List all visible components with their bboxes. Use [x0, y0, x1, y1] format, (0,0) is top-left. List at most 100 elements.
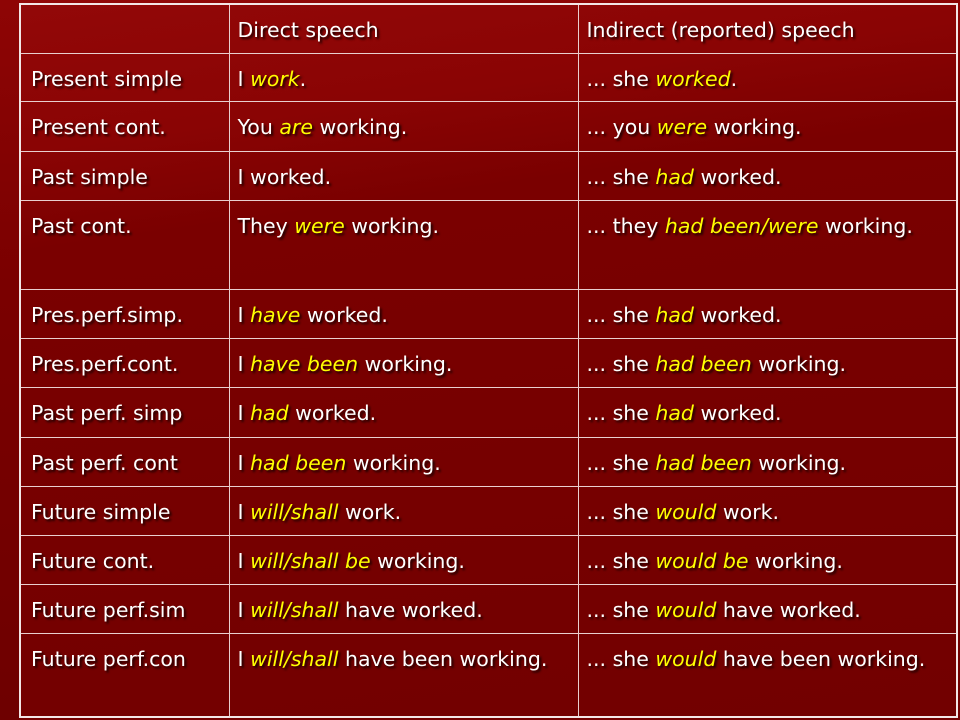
indirect-speech-cell: ... she had worked.: [577, 150, 958, 201]
table-row: Present cont. You are working. ... you wer…: [19, 100, 958, 152]
table-row: Pres.perf.cont. I have been working.... s…: [19, 337, 958, 388]
plain-text: worked.: [693, 400, 782, 425]
highlighted-verb: have: [250, 302, 301, 327]
plain-text: I: [237, 351, 251, 376]
highlighted-verb: would: [655, 597, 717, 622]
tense-cell: Future perf.sim: [19, 583, 230, 634]
plain-text: ... she: [586, 400, 656, 425]
direct-speech-cell: I will/shall have been working.: [228, 632, 579, 718]
indirect-speech-cell: ... she would work.: [577, 485, 958, 536]
direct-speech-cell: They were working.: [228, 199, 579, 290]
highlighted-verb: had been: [655, 450, 752, 475]
highlighted-verb: were: [294, 213, 345, 238]
highlighted-verb: will/shall: [250, 597, 339, 622]
tense-cell: Future perf.con: [19, 632, 230, 718]
plain-text: ... she: [586, 66, 656, 91]
indirect-speech-cell: ... she would have been working.: [577, 632, 958, 718]
highlighted-verb: had: [655, 164, 694, 189]
plain-text: They: [237, 213, 295, 238]
plain-text: I: [237, 597, 251, 622]
highlighted-verb: work: [250, 66, 300, 91]
plain-text: ... she: [586, 646, 656, 671]
plain-text: have been working.: [716, 646, 926, 671]
highlighted-verb: will/shall: [250, 646, 339, 671]
plain-text: .: [730, 66, 738, 91]
table-row: Pres.perf.simp. I have worked.... she had…: [19, 288, 958, 339]
table-row: Future perf.sim I will/shall have worked.…: [19, 583, 958, 634]
highlighted-verb: had been/were: [664, 213, 819, 238]
plain-text: working.: [312, 114, 408, 139]
plain-text: working.: [751, 351, 847, 376]
direct-speech-cell: I will/shall be working.: [228, 534, 579, 585]
tense-cell: Past simple: [19, 150, 230, 201]
plain-text: ... she: [586, 499, 656, 524]
plain-text: You: [237, 114, 280, 139]
plain-text: work.: [716, 499, 780, 524]
indirect-speech-cell: ... she had been working.: [577, 337, 958, 388]
plain-text: ... they: [586, 213, 665, 238]
tense-cell: Present simple: [19, 52, 230, 102]
highlighted-verb: had: [655, 400, 694, 425]
plain-text: working.: [346, 450, 441, 475]
plain-text: ... she: [586, 351, 656, 376]
plain-text: working.: [751, 450, 847, 475]
plain-text: ... she: [586, 597, 656, 622]
highlighted-verb: will/shall be: [250, 548, 371, 573]
highlighted-verb: have been: [250, 351, 359, 376]
highlighted-verb: had: [250, 400, 289, 425]
plain-text: working.: [748, 548, 843, 573]
plain-text: have worked.: [716, 597, 861, 622]
direct-speech-cell: You are working.: [228, 100, 579, 152]
highlighted-verb: would: [655, 646, 717, 671]
indirect-speech-cell: ... she would be working.: [577, 534, 958, 585]
direct-speech-cell: I will/shall work.: [228, 485, 579, 536]
table-row: Past perf. simp I had worked.... she had …: [19, 386, 958, 438]
table-header-row: Direct speech Indirect (reported) speech: [19, 3, 958, 54]
highlighted-verb: would: [655, 499, 717, 524]
highlighted-verb: will/shall: [250, 499, 339, 524]
plain-text: worked.: [693, 164, 782, 189]
direct-speech-cell: I had worked.: [228, 386, 579, 438]
plain-text: have worked.: [338, 597, 483, 622]
plain-text: I: [237, 646, 251, 671]
plain-text: have been working.: [338, 646, 548, 671]
plain-text: worked.: [693, 302, 782, 327]
indirect-speech-cell: ... she had worked.: [577, 386, 958, 438]
tense-cell: Future simple: [19, 485, 230, 536]
plain-text: working.: [344, 213, 440, 238]
indirect-speech-cell: ... she would have worked.: [577, 583, 958, 634]
highlighted-verb: were: [656, 114, 708, 139]
table-row: Past simple I worked. ... she had worked.: [19, 150, 958, 201]
tense-cell: Past perf. cont: [19, 436, 230, 487]
tense-cell: Pres.perf.cont.: [19, 337, 230, 388]
tense-cell: Past cont.: [19, 199, 230, 290]
indirect-speech-cell: ... she had been working.: [577, 436, 958, 487]
plain-text: working.: [707, 114, 802, 139]
plain-text: ... you: [586, 114, 657, 139]
tense-cell: Pres.perf.simp.: [19, 288, 230, 339]
indirect-speech-cell: ... they had been/were working.: [577, 199, 958, 290]
plain-text: I: [237, 499, 251, 524]
plain-text: ... she: [586, 450, 656, 475]
table-row: Past cont. They were working.... they had…: [19, 199, 958, 290]
plain-text: worked.: [288, 400, 377, 425]
highlighted-verb: had been: [655, 351, 752, 376]
plain-text: .: [299, 66, 307, 91]
plain-text: working.: [818, 213, 913, 238]
direct-speech-cell: I have worked.: [228, 288, 579, 339]
plain-text: working.: [358, 351, 453, 376]
tense-cell: Present cont.: [19, 100, 230, 152]
header-indirect-speech: Indirect (reported) speech: [577, 3, 958, 54]
table-row: Future simple I will/shall work.... she w…: [19, 485, 958, 536]
reported-speech-table: Direct speech Indirect (reported) speech…: [19, 3, 958, 718]
header-direct-speech: Direct speech: [228, 3, 579, 54]
plain-text: ... she: [586, 302, 656, 327]
direct-speech-cell: I have been working.: [228, 337, 579, 388]
direct-speech-cell: I will/shall have worked.: [228, 583, 579, 634]
direct-speech-cell: I had been working.: [228, 436, 579, 487]
tense-cell: Future cont.: [19, 534, 230, 585]
plain-text: I worked.: [237, 164, 332, 189]
highlighted-verb: worked: [655, 66, 731, 91]
table-row: Present simple I work.... she worked.: [19, 52, 958, 102]
plain-text: working.: [370, 548, 465, 573]
